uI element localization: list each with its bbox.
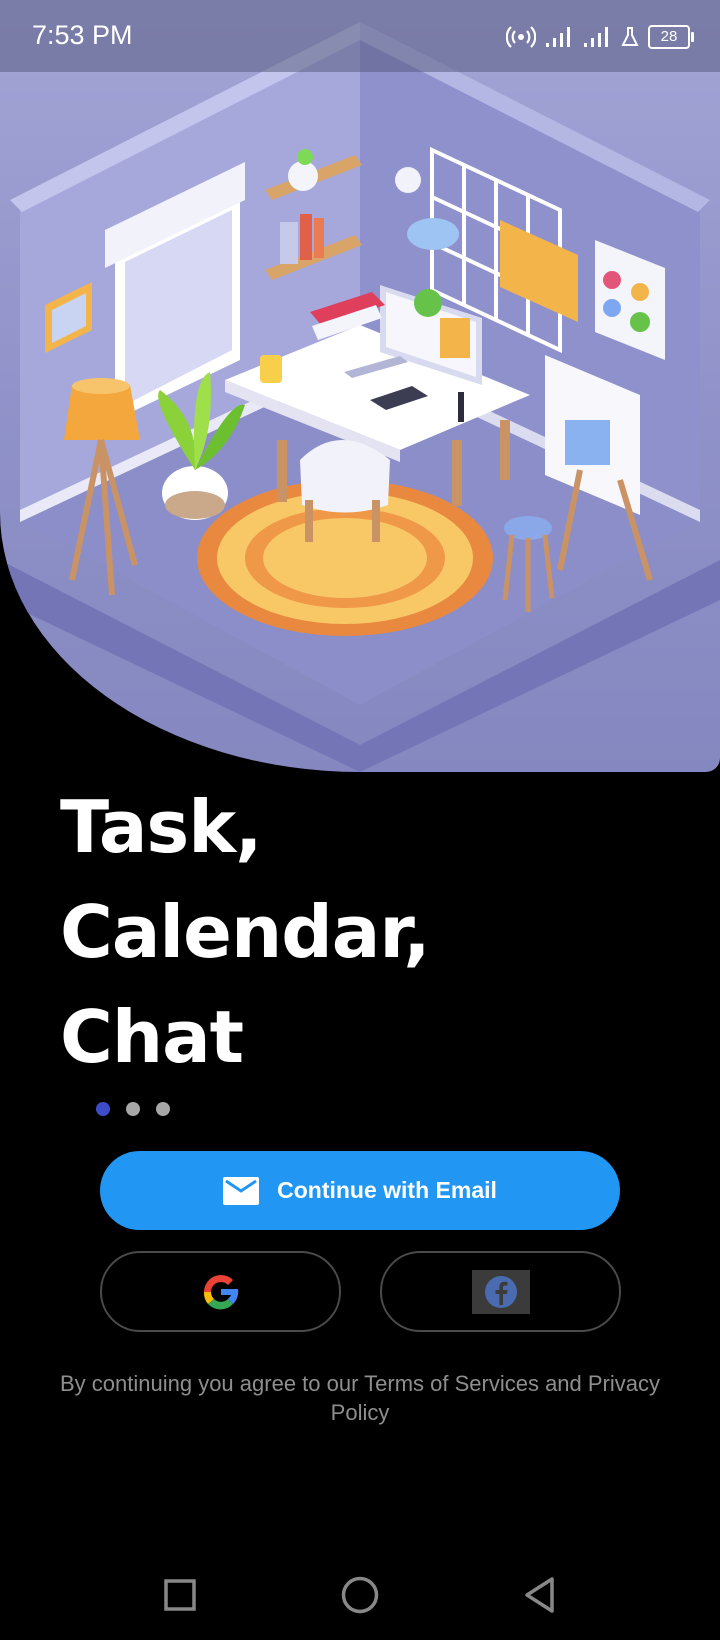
page-dot	[126, 1102, 140, 1116]
facebook-icon	[484, 1275, 517, 1308]
headline-line-2: Calendar,	[60, 890, 431, 974]
google-icon	[203, 1274, 238, 1309]
room-illustration	[0, 22, 720, 772]
back-button[interactable]	[510, 1570, 570, 1620]
hero-illustration	[0, 0, 720, 772]
recent-apps-button[interactable]	[150, 1570, 210, 1620]
page-dot	[156, 1102, 170, 1116]
home-button[interactable]	[330, 1570, 390, 1620]
signal-icon	[584, 27, 608, 47]
google-sign-in-button[interactable]	[100, 1251, 341, 1332]
signal-icon	[546, 27, 570, 47]
status-time: 7:53 PM	[32, 20, 133, 50]
system-navigation-bar	[0, 1540, 720, 1640]
status-icons: 28	[506, 22, 694, 52]
battery-level: 28	[660, 28, 678, 45]
hotspot-icon	[506, 26, 536, 48]
battery-icon: 28	[648, 25, 694, 49]
square-icon	[164, 1579, 196, 1611]
circle-icon	[341, 1576, 379, 1614]
triangle-back-icon	[525, 1577, 554, 1613]
facebook-icon-container	[471, 1269, 530, 1314]
headline-line-1: Task,	[60, 785, 263, 869]
continue-with-email-button[interactable]: Continue with Email	[100, 1151, 620, 1230]
flask-icon	[621, 27, 639, 46]
page-dot-active	[96, 1102, 110, 1116]
page-indicator	[96, 1102, 170, 1116]
status-bar: 7:53 PM 28	[0, 0, 720, 72]
mail-icon	[223, 1176, 260, 1205]
continue-with-email-label: Continue with Email	[277, 1177, 497, 1203]
terms-text: By continuing you agree to our Terms of …	[60, 1371, 661, 1425]
facebook-sign-in-button[interactable]	[380, 1251, 621, 1332]
headline-line-3: Chat	[60, 995, 244, 1079]
